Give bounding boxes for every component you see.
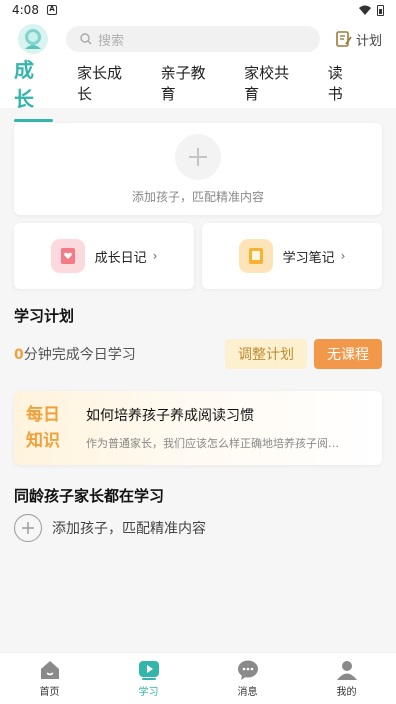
tab-reading[interactable]: 读书	[328, 62, 369, 104]
add-child-plus-button[interactable]	[14, 514, 42, 542]
diary-icon	[50, 239, 85, 273]
nav-messages[interactable]: 消息	[198, 653, 297, 704]
nav-study-label: 学习	[138, 687, 159, 698]
daily-knowledge-body: 如何培养孩子养成阅读习惯 作为普通家长，我们应该怎么样正确地培养孩子阅…	[74, 391, 382, 465]
peers-title: 同龄孩子家长都在学习	[14, 487, 165, 505]
plan-label: 计划	[355, 33, 382, 49]
daily-badge-line2: 知识	[26, 431, 60, 451]
battery-icon	[377, 4, 384, 16]
daily-badge-line1: 每日	[26, 405, 60, 425]
status-bar: 4:08 A	[0, 0, 396, 20]
nav-profile-label: 我的	[336, 687, 357, 698]
nav-profile[interactable]: 我的	[297, 653, 396, 704]
daily-knowledge-badge: 每日 知识	[14, 391, 74, 465]
peers-add-label: 添加孩子，匹配精准内容	[52, 521, 206, 537]
main-content: 添加孩子，匹配精准内容 成长日记 › 学习笔记 › 学习计划 0分钟完成今日学习…	[0, 123, 396, 542]
category-tabs: 成长 家长成长 亲子教育 家校共育 读书	[0, 58, 396, 122]
plan-button[interactable]: 计划	[336, 30, 382, 49]
growth-diary-button[interactable]: 成长日记 ›	[14, 223, 194, 289]
bottom-nav: 首页 学习 消息 我的	[0, 652, 396, 704]
add-child-button[interactable]	[175, 133, 221, 180]
person-icon	[336, 661, 357, 680]
chevron-right-icon: ›	[340, 249, 346, 263]
daily-article-desc: 作为普通家长，我们应该怎么样正确地培养孩子阅…	[86, 437, 339, 450]
notes-icon	[238, 239, 273, 273]
study-progress-text: 0分钟完成今日学习	[14, 344, 225, 364]
tab-home-school[interactable]: 家校共育	[244, 62, 315, 104]
nav-home-label: 首页	[39, 687, 60, 698]
search-input[interactable]: 搜索	[66, 26, 320, 52]
study-progress-suffix: 分钟完成今日学习	[23, 347, 136, 363]
plus-icon	[22, 522, 34, 534]
diary-label: 成长日记	[94, 250, 147, 266]
wifi-icon	[359, 5, 371, 15]
adjust-plan-button[interactable]: 调整计划	[225, 339, 307, 369]
chat-icon	[237, 660, 258, 680]
search-icon	[80, 33, 92, 45]
header: 搜索 计划	[0, 20, 396, 58]
tab-parent-growth[interactable]: 家长成长	[77, 62, 148, 104]
tab-parenting[interactable]: 亲子教育	[161, 62, 232, 104]
notes-label: 学习笔记	[282, 250, 335, 266]
daily-article-title: 如何培养孩子养成阅读习惯	[86, 408, 254, 424]
notification-icon: A	[46, 5, 57, 15]
nav-home[interactable]: 首页	[0, 653, 99, 704]
no-course-button[interactable]: 无课程	[314, 339, 382, 369]
chevron-right-icon: ›	[152, 249, 158, 263]
home-icon	[40, 661, 59, 679]
nav-study[interactable]: 学习	[99, 653, 198, 704]
nav-messages-label: 消息	[237, 687, 258, 698]
study-plan-title: 学习计划	[14, 307, 75, 325]
status-time: 4:08	[12, 3, 39, 17]
add-child-label: 添加孩子，匹配精准内容	[131, 189, 264, 204]
study-notes-button[interactable]: 学习笔记 ›	[202, 223, 382, 289]
shortcut-row: 成长日记 › 学习笔记 ›	[14, 223, 382, 289]
status-icons	[359, 4, 384, 16]
play-icon	[138, 661, 159, 680]
add-child-card[interactable]: 添加孩子，匹配精准内容	[14, 123, 382, 215]
daily-knowledge-card[interactable]: 每日 知识 如何培养孩子养成阅读习惯 作为普通家长，我们应该怎么样正确地培养孩子…	[14, 391, 382, 465]
study-minutes: 0	[14, 347, 24, 363]
search-placeholder: 搜索	[98, 33, 125, 49]
avatar-icon	[25, 29, 41, 49]
plus-icon	[189, 147, 207, 166]
study-plan-row: 0分钟完成今日学习 调整计划 无课程	[14, 339, 382, 369]
edit-plan-icon	[336, 31, 352, 47]
avatar[interactable]	[18, 24, 48, 54]
tab-growth[interactable]: 成长	[14, 54, 54, 122]
peers-add-child[interactable]: 添加孩子，匹配精准内容	[14, 514, 382, 542]
